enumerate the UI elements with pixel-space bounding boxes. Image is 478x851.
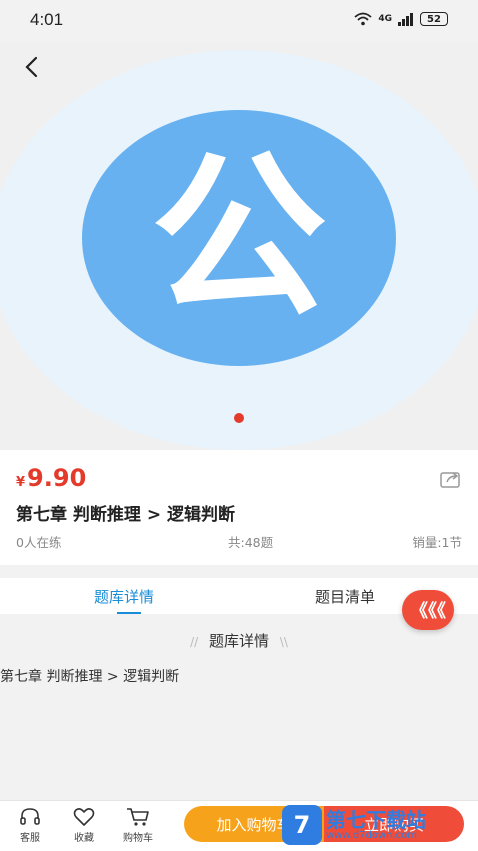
floating-action-button[interactable]: 《《《 [402, 590, 454, 630]
detail-content: 第七章 判断推理 > 逻辑判断 [0, 669, 180, 685]
site-watermark: 7 第七下载站 www.d7down.com [282, 800, 478, 850]
chevron-left-icon [25, 56, 38, 78]
image-glyph: 公 [150, 135, 327, 340]
share-icon[interactable] [440, 470, 462, 488]
service-button[interactable]: 客服 [10, 807, 50, 844]
tab-question-list[interactable]: 题目清单 [315, 586, 375, 607]
favorite-label: 收藏 [74, 833, 94, 844]
status-icons: 4G 52 [354, 12, 448, 26]
section-title: 题库详情 [208, 632, 269, 650]
learners-count: 0人在练 [16, 535, 62, 550]
carousel-indicator-dot[interactable] [234, 413, 244, 423]
watermark-text: 第七下载站 www.d7down.com [326, 809, 426, 841]
product-info: ¥9.90 第七章 判断推理 > 逻辑判断 0人在练 共:48题 销量:1节 [0, 450, 478, 565]
price-currency: ¥ [16, 475, 26, 490]
watermark-title: 第七下载站 [326, 808, 426, 832]
cart-icon [127, 808, 149, 826]
question-total: 共:48题 [228, 535, 274, 550]
price-value: 9.90 [27, 464, 87, 492]
product-title: 第七章 判断推理 > 逻辑判断 [16, 505, 235, 525]
cart-button[interactable]: 购物车 [118, 807, 158, 844]
status-time: 4:01 [30, 10, 64, 29]
product-image-carousel[interactable]: 公 [0, 42, 478, 450]
cart-label: 购物车 [123, 833, 153, 844]
back-button[interactable] [16, 52, 46, 82]
price: ¥9.90 [16, 464, 86, 492]
status-bar: 4:01 4G 52 [0, 0, 478, 42]
tab-question-bank-details[interactable]: 题库详情 [94, 586, 154, 607]
signal-icon [398, 12, 413, 26]
watermark-url: www.d7down.com [326, 830, 418, 841]
battery-icon: 52 [420, 12, 448, 26]
tab-active-indicator [117, 612, 141, 614]
sales-count: 销量:1节 [412, 535, 462, 550]
right-decoration-icon: \\ [279, 635, 288, 649]
headset-icon [20, 808, 40, 825]
service-label: 客服 [20, 833, 40, 844]
wifi-icon [354, 12, 372, 26]
network-label: 4G [378, 14, 392, 24]
favorite-button[interactable]: 收藏 [64, 807, 104, 844]
left-decoration-icon: // [190, 635, 199, 649]
section-header: // 题库详情 \\ [0, 630, 478, 651]
heart-icon [73, 808, 95, 826]
watermark-logo: 7 [282, 805, 322, 845]
